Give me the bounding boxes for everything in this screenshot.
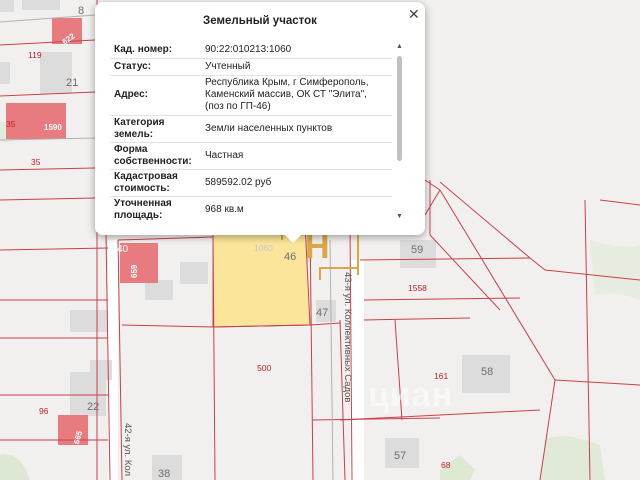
building-label: 1590 bbox=[44, 123, 62, 132]
parcel-number: 40 bbox=[117, 244, 129, 255]
house-number: 46 bbox=[284, 251, 297, 263]
parcel-number: 119 bbox=[28, 50, 42, 60]
close-icon[interactable]: ✕ bbox=[408, 7, 420, 21]
parcel-number: 1060 bbox=[254, 243, 273, 253]
parcel-number: 1558 bbox=[408, 283, 427, 293]
row-value: 90:22:010213:1060 bbox=[205, 44, 292, 55]
house-number: 38 bbox=[158, 468, 171, 480]
row-value: 968 кв.м bbox=[205, 204, 244, 215]
building-label: 659 bbox=[130, 264, 139, 278]
parcel-number: 35 bbox=[6, 119, 16, 129]
row-value: Земли населенных пунктов bbox=[205, 123, 333, 134]
parcel-number: 500 bbox=[257, 363, 272, 373]
street-label: 43-я ул. Коллективных Садов bbox=[342, 272, 353, 403]
house-number: 59 bbox=[411, 244, 424, 256]
row-label: Категория земель: bbox=[114, 117, 165, 140]
info-row-cadastral-number: Кад. номер: 90:22:010213:1060 bbox=[110, 41, 392, 59]
street-label: 42-я ул. Кол bbox=[122, 423, 133, 477]
house-number: 21 bbox=[66, 77, 79, 89]
scroll-up-icon[interactable]: ▲ bbox=[396, 43, 403, 50]
popup-scrollbar[interactable]: ▲ ▼ bbox=[395, 43, 404, 221]
scroll-down-icon[interactable]: ▼ bbox=[396, 213, 403, 220]
row-label: Адрес: bbox=[114, 89, 148, 100]
popup-title: Земельный участок bbox=[203, 15, 317, 27]
house-number: 47 bbox=[316, 307, 329, 319]
info-row-status: Статус: Учтенный bbox=[110, 58, 392, 76]
row-label: Кад. номер: bbox=[114, 44, 173, 55]
house-number: 8 bbox=[78, 5, 85, 17]
house-number: 22 bbox=[87, 401, 100, 413]
info-row-cadastral-value: Кадастровая стоимость: 589592.02 руб bbox=[110, 169, 392, 197]
info-row-ownership: Форма собственности: Частная bbox=[110, 142, 392, 170]
row-label: Форма собственности: bbox=[114, 144, 192, 167]
parcel-number: 68 bbox=[441, 460, 451, 470]
row-label: Кадастровая стоимость: bbox=[114, 171, 178, 194]
house-number: 57 bbox=[394, 450, 407, 462]
row-value: Учтенный bbox=[205, 61, 251, 72]
parcel-number: 35 bbox=[31, 157, 41, 167]
row-value: Частная bbox=[205, 150, 244, 161]
row-value: Республика Крым, г Симферополь, Каменски… bbox=[205, 77, 369, 112]
row-value: 589592.02 руб bbox=[205, 177, 272, 188]
info-row-land-category: Категория земель: Земли населенных пункт… bbox=[110, 115, 392, 143]
row-label: Статус: bbox=[114, 61, 152, 72]
info-row-address: Адрес: Республика Крым, г Симферополь, К… bbox=[110, 75, 392, 116]
watermark: циан bbox=[368, 376, 454, 414]
parcel-number: 96 bbox=[39, 406, 49, 416]
info-row-area: Уточненная площадь: 968 кв.м bbox=[110, 196, 392, 222]
parcel-info-popup: Земельный участок ✕ Кад. номер: 90:22:01… bbox=[95, 2, 425, 243]
parcel-info-table[interactable]: Кад. номер: 90:22:010213:1060 Статус: Уч… bbox=[110, 41, 392, 222]
scrollbar-thumb[interactable] bbox=[397, 56, 402, 161]
row-label: Уточненная площадь: bbox=[114, 198, 172, 221]
house-number: 58 bbox=[481, 366, 494, 378]
